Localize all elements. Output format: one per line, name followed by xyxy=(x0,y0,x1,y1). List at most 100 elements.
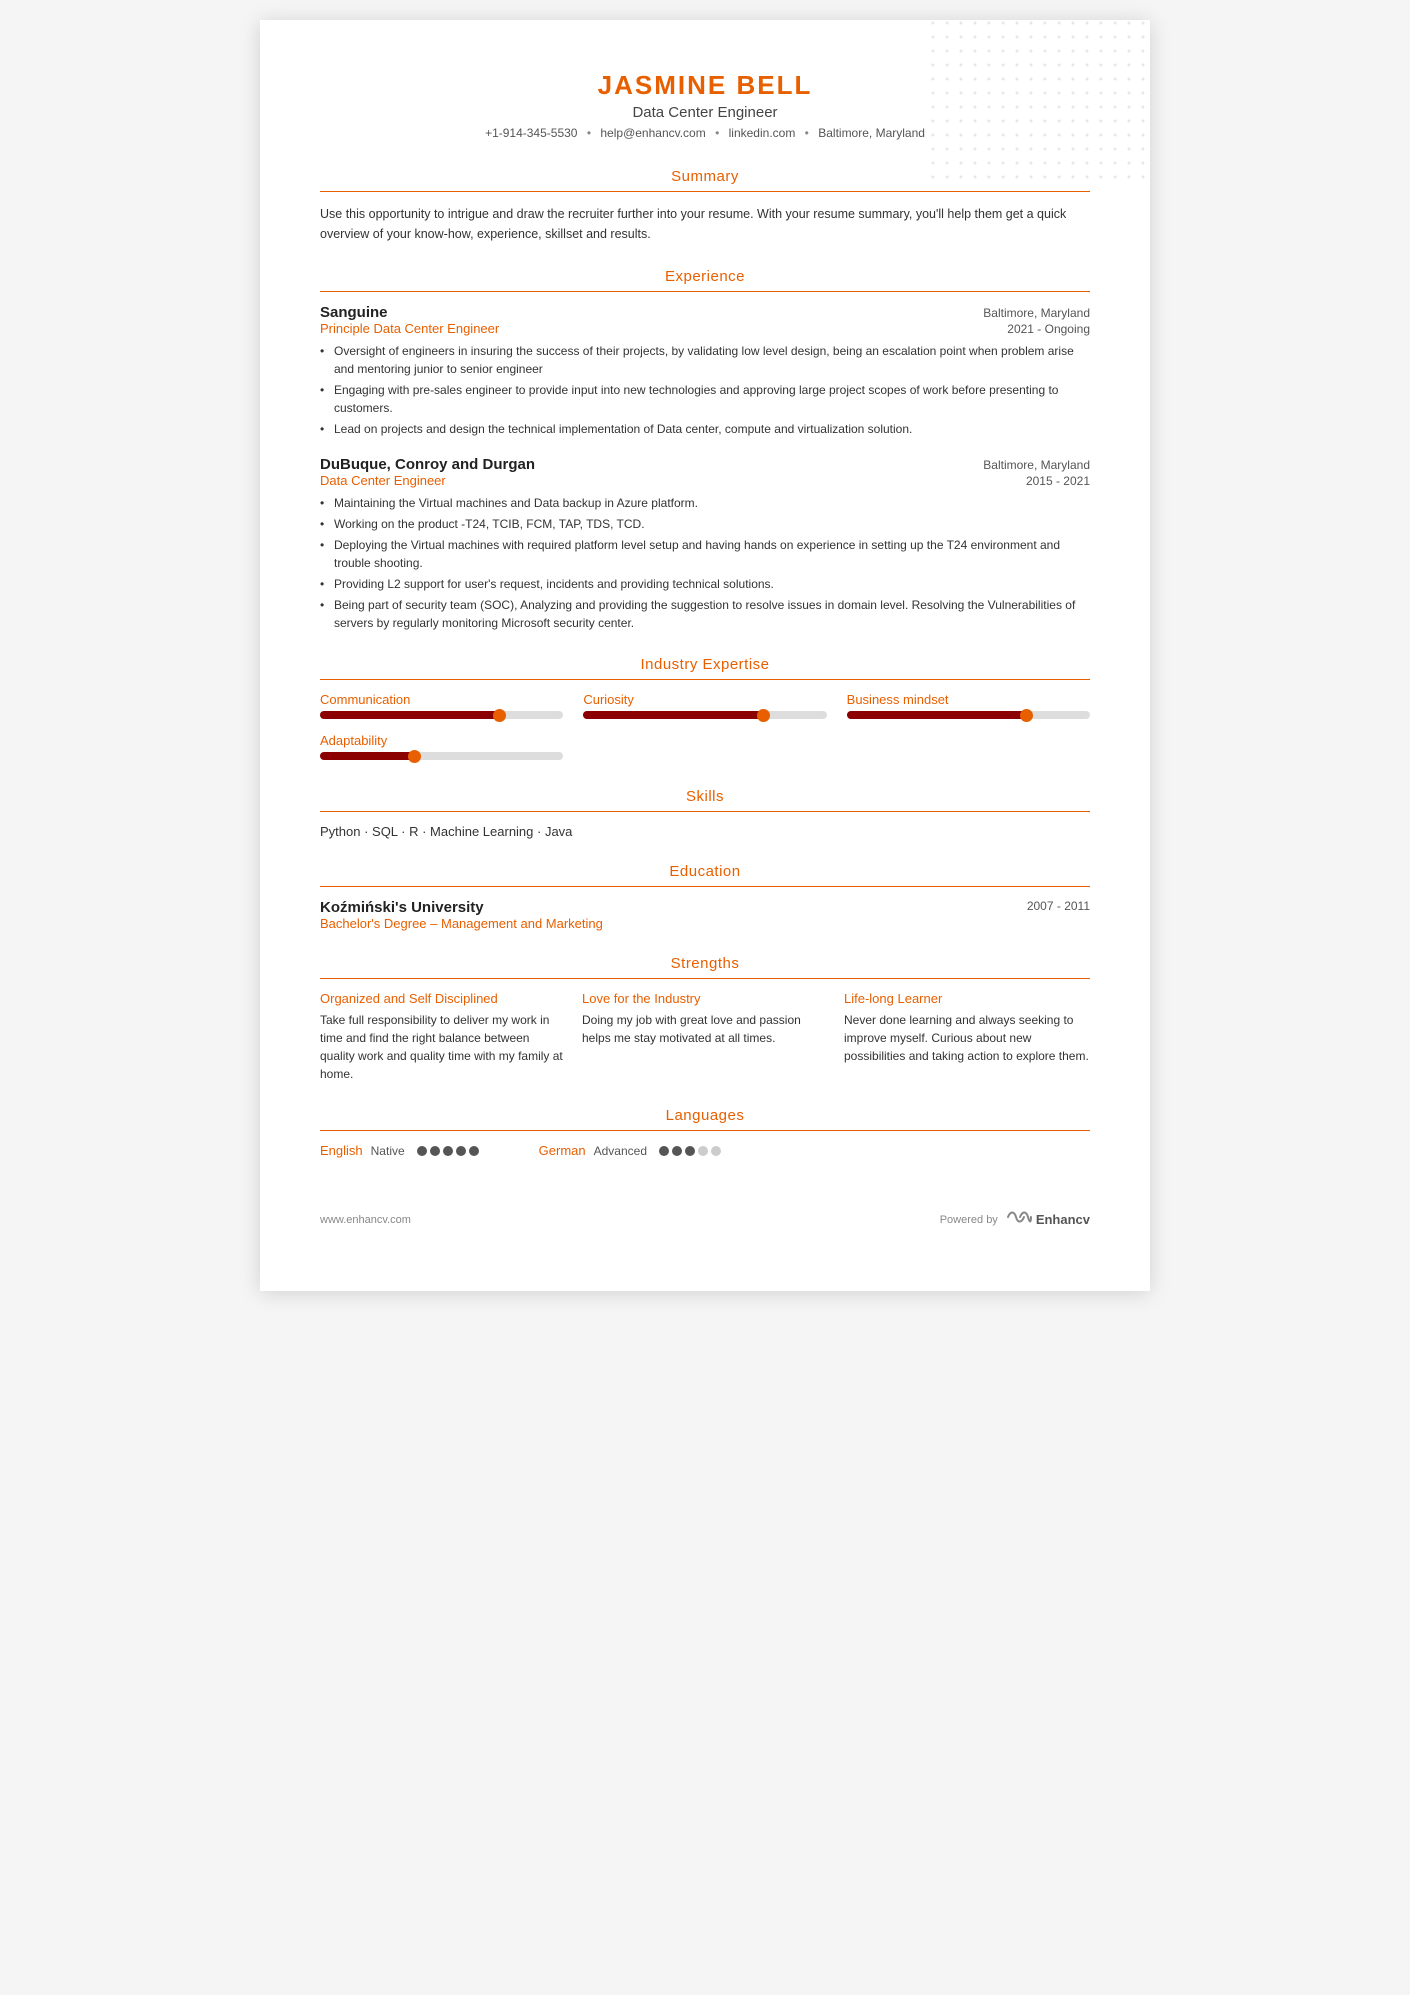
lang-dot-0-4 xyxy=(469,1146,479,1156)
skills-text: Python · SQL · R · Machine Learning · Ja… xyxy=(320,824,1090,839)
footer-powered: Powered by Enhancv xyxy=(940,1208,1090,1231)
skill-bar-fill-3 xyxy=(320,752,417,760)
job-title: Data Center Engineer xyxy=(320,104,1090,121)
enhancv-icon xyxy=(1004,1208,1032,1231)
position-title-2: Data Center Engineer xyxy=(320,473,446,488)
languages-divider xyxy=(320,1130,1090,1131)
skill-bar-2 xyxy=(847,711,1090,719)
bullet-2-3: Deploying the Virtual machines with requ… xyxy=(320,536,1090,572)
exp-bullets-2: Maintaining the Virtual machines and Dat… xyxy=(320,494,1090,632)
lang-name-1: German xyxy=(539,1143,586,1158)
lang-dot-1-1 xyxy=(672,1146,682,1156)
linkedin: linkedin.com xyxy=(729,126,796,140)
lang-dot-1-2 xyxy=(685,1146,695,1156)
skill-bar-knob-1 xyxy=(757,709,770,722)
expertise-item-2: Business mindset xyxy=(847,692,1090,719)
skill-bar-3 xyxy=(320,752,563,760)
email: help@enhancv.com xyxy=(600,126,705,140)
strength-item-1: Love for the Industry Doing my job with … xyxy=(582,991,828,1083)
bullet-1-1: Oversight of engineers in insuring the s… xyxy=(320,342,1090,378)
strengths-section: Strengths Organized and Self Disciplined… xyxy=(320,955,1090,1083)
bullet-2-1: Maintaining the Virtual machines and Dat… xyxy=(320,494,1090,512)
lang-dot-1-3 xyxy=(698,1146,708,1156)
strength-title-1: Love for the Industry xyxy=(582,991,828,1006)
expertise-item-1: Curiosity xyxy=(583,692,826,719)
skill-bar-1 xyxy=(583,711,826,719)
date-range-2: 2015 - 2021 xyxy=(1026,474,1090,488)
summary-section: Summary Use this opportunity to intrigue… xyxy=(320,168,1090,244)
exp-header-2: DuBuque, Conroy and Durgan Baltimore, Ma… xyxy=(320,456,1090,473)
skills-divider xyxy=(320,811,1090,812)
date-range-1: 2021 - Ongoing xyxy=(1007,322,1090,336)
exp-entry-1: Sanguine Baltimore, Maryland Principle D… xyxy=(320,304,1090,438)
strength-item-2: Life-long Learner Never done learning an… xyxy=(844,991,1090,1083)
lang-dot-0-3 xyxy=(456,1146,466,1156)
lang-dots-1 xyxy=(659,1146,721,1156)
edu-entry-0: Koźmiński's University Bachelor's Degree… xyxy=(320,899,1090,931)
expertise-title: Industry Expertise xyxy=(320,656,1090,673)
expertise-item-0: Communication xyxy=(320,692,563,719)
strength-desc-2: Never done learning and always seeking t… xyxy=(844,1011,1090,1065)
lang-level-0: Native xyxy=(371,1144,405,1158)
expertise-item-3: Adaptability xyxy=(320,733,563,760)
lang-dot-1-4 xyxy=(711,1146,721,1156)
lang-dot-1-0 xyxy=(659,1146,669,1156)
exp-entry-2: DuBuque, Conroy and Durgan Baltimore, Ma… xyxy=(320,456,1090,632)
edu-date-0: 2007 - 2011 xyxy=(1027,899,1090,913)
bullet-2-2: Working on the product -T24, TCIB, FCM, … xyxy=(320,515,1090,533)
expertise-label-3: Adaptability xyxy=(320,733,563,748)
strengths-title: Strengths xyxy=(320,955,1090,972)
summary-title: Summary xyxy=(320,168,1090,185)
strength-desc-1: Doing my job with great love and passion… xyxy=(582,1011,828,1047)
edu-right-0: 2007 - 2011 xyxy=(1027,899,1090,913)
resume-page: JASMINE BELL Data Center Engineer +1-914… xyxy=(260,20,1150,1291)
expertise-grid: Communication Curiosity Business min xyxy=(320,692,1090,764)
dot-sep-1: • xyxy=(587,126,591,140)
lang-item-0: English Native xyxy=(320,1143,479,1158)
lang-level-1: Advanced xyxy=(594,1144,647,1158)
bullet-2-4: Providing L2 support for user's request,… xyxy=(320,575,1090,593)
company-name-2: DuBuque, Conroy and Durgan xyxy=(320,456,535,473)
bullet-2-5: Being part of security team (SOC), Analy… xyxy=(320,596,1090,632)
skills-title: Skills xyxy=(320,788,1090,805)
skills-section: Skills Python · SQL · R · Machine Learni… xyxy=(320,788,1090,839)
experience-section: Experience Sanguine Baltimore, Maryland … xyxy=(320,268,1090,632)
skill-bar-fill-1 xyxy=(583,711,765,719)
footer: www.enhancv.com Powered by Enhancv xyxy=(320,1198,1090,1231)
lang-dot-0-0 xyxy=(417,1146,427,1156)
exp-bullets-1: Oversight of engineers in insuring the s… xyxy=(320,342,1090,438)
expertise-section: Industry Expertise Communication Curiosi… xyxy=(320,656,1090,764)
edu-left-0: Koźmiński's University Bachelor's Degree… xyxy=(320,899,603,931)
phone: +1-914-345-5530 xyxy=(485,126,577,140)
location-1: Baltimore, Maryland xyxy=(983,306,1090,320)
education-divider xyxy=(320,886,1090,887)
skill-bar-0 xyxy=(320,711,563,719)
powered-by-text: Powered by xyxy=(940,1214,998,1226)
experience-divider xyxy=(320,291,1090,292)
candidate-name: JASMINE BELL xyxy=(320,70,1090,101)
strength-item-0: Organized and Self Disciplined Take full… xyxy=(320,991,566,1083)
experience-title: Experience xyxy=(320,268,1090,285)
location: Baltimore, Maryland xyxy=(818,126,925,140)
strength-desc-0: Take full responsibility to deliver my w… xyxy=(320,1011,566,1083)
lang-dot-0-1 xyxy=(430,1146,440,1156)
strength-title-0: Organized and Self Disciplined xyxy=(320,991,566,1006)
summary-text: Use this opportunity to intrigue and dra… xyxy=(320,204,1090,244)
languages-section: Languages English Native German Advanced xyxy=(320,1107,1090,1158)
lang-dots-0 xyxy=(417,1146,479,1156)
languages-row: English Native German Advanced xyxy=(320,1143,1090,1158)
strength-title-2: Life-long Learner xyxy=(844,991,1090,1006)
education-title: Education xyxy=(320,863,1090,880)
skill-bar-fill-0 xyxy=(320,711,502,719)
skill-bar-fill-2 xyxy=(847,711,1029,719)
strengths-grid: Organized and Self Disciplined Take full… xyxy=(320,991,1090,1083)
bullet-1-3: Lead on projects and design the technica… xyxy=(320,420,1090,438)
enhancv-logo: Enhancv xyxy=(1004,1208,1090,1231)
skill-bar-knob-3 xyxy=(408,750,421,763)
header: JASMINE BELL Data Center Engineer +1-914… xyxy=(320,70,1090,140)
contact-info: +1-914-345-5530 • help@enhancv.com • lin… xyxy=(320,126,1090,140)
school-name-0: Koźmiński's University xyxy=(320,899,603,916)
languages-title: Languages xyxy=(320,1107,1090,1124)
footer-website: www.enhancv.com xyxy=(320,1214,411,1226)
expertise-label-2: Business mindset xyxy=(847,692,1090,707)
